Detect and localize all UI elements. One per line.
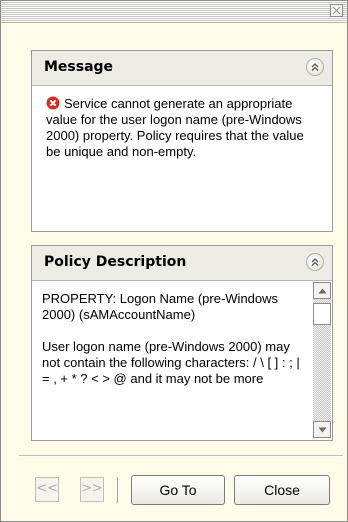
button-separator bbox=[117, 477, 119, 503]
close-button[interactable]: Close bbox=[234, 475, 330, 505]
vertical-scrollbar[interactable] bbox=[313, 282, 331, 438]
footer-divider bbox=[19, 455, 343, 457]
policy-paragraph: PROPERTY: Logon Name (pre-Windows 2000) … bbox=[42, 291, 279, 322]
scroll-down-button[interactable] bbox=[313, 421, 331, 438]
message-panel: Message Service cannot generate an appro… bbox=[31, 50, 333, 232]
scroll-thumb[interactable] bbox=[313, 303, 331, 325]
error-icon bbox=[46, 96, 60, 110]
close-icon[interactable] bbox=[330, 4, 343, 17]
policy-body: PROPERTY: Logon Name (pre-Windows 2000) … bbox=[32, 281, 332, 441]
message-panel-title: Message bbox=[44, 59, 114, 75]
next-button[interactable]: >> bbox=[80, 477, 104, 502]
collapse-up-icon[interactable] bbox=[306, 58, 324, 76]
message-body: Service cannot generate an appropriate v… bbox=[32, 86, 332, 160]
title-bar[interactable] bbox=[1, 1, 347, 23]
message-panel-header[interactable]: Message bbox=[32, 51, 332, 86]
policy-text: PROPERTY: Logon Name (pre-Windows 2000) … bbox=[42, 291, 304, 403]
policy-paragraph: User logon name (pre-Windows 2000) may n… bbox=[42, 339, 300, 386]
policy-violation-window: Message Service cannot generate an appro… bbox=[0, 0, 348, 522]
policy-panel-title: Policy Description bbox=[44, 254, 187, 270]
policy-panel-header[interactable]: Policy Description bbox=[32, 246, 332, 281]
collapse-up-icon[interactable] bbox=[306, 253, 324, 271]
previous-button[interactable]: << bbox=[35, 477, 59, 502]
scroll-up-button[interactable] bbox=[313, 282, 331, 299]
message-text: Service cannot generate an appropriate v… bbox=[46, 96, 304, 159]
arrow-down-icon bbox=[318, 427, 327, 433]
policy-description-panel: Policy Description PROPERTY: Logon Name … bbox=[31, 245, 333, 441]
arrow-up-icon bbox=[318, 288, 327, 294]
go-to-button[interactable]: Go To bbox=[131, 475, 225, 505]
